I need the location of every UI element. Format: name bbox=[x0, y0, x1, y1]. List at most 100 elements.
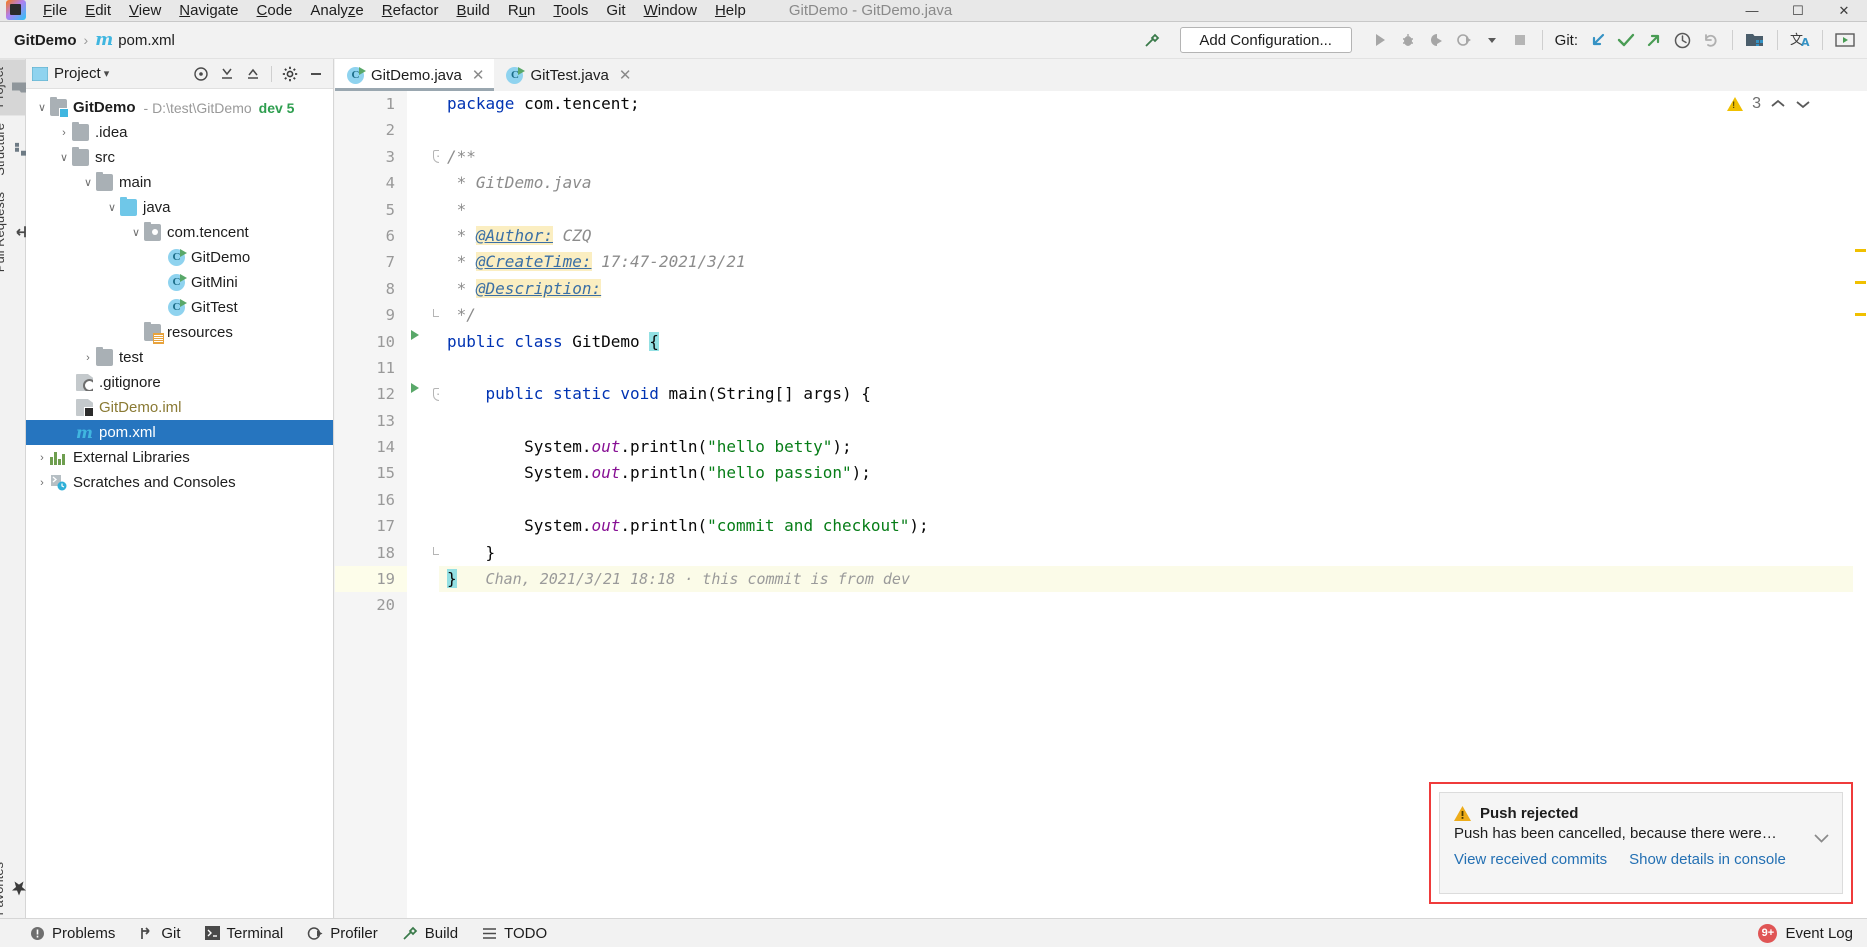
line-number: 11 bbox=[376, 358, 395, 377]
menu-window[interactable]: Window bbox=[635, 1, 706, 21]
git-history-icon[interactable] bbox=[1668, 26, 1696, 54]
menu-edit[interactable]: Edit bbox=[76, 1, 120, 21]
menu-tools[interactable]: Tools bbox=[544, 1, 597, 21]
debug-icon[interactable] bbox=[1394, 26, 1422, 54]
warning-stripe[interactable] bbox=[1855, 281, 1866, 284]
minimize-button[interactable]: — bbox=[1729, 0, 1775, 21]
menu-view[interactable]: View bbox=[120, 1, 170, 21]
status-item-terminal[interactable]: Terminal bbox=[204, 925, 283, 942]
menu-run[interactable]: Run bbox=[499, 1, 545, 21]
warning-count: 3 bbox=[1752, 95, 1761, 112]
tree-row-com-tencent[interactable]: ∨ com.tencent bbox=[26, 220, 333, 245]
tree-row-gitignore[interactable]: .gitignore bbox=[26, 370, 333, 395]
tree-row-gitdemo-iml[interactable]: GitDemo.iml bbox=[26, 395, 333, 420]
chevron-down-icon[interactable]: ∨ bbox=[128, 226, 144, 239]
menu-file[interactable]: FFileile bbox=[34, 1, 76, 21]
settings-gear-icon[interactable] bbox=[279, 63, 301, 85]
view-received-commits-link[interactable]: View received commits bbox=[1454, 851, 1607, 868]
menu-refactor[interactable]: Refactor bbox=[373, 1, 448, 21]
sidebar-item-structure[interactable]: Structure bbox=[0, 115, 26, 184]
menu-code[interactable]: Code bbox=[248, 1, 302, 21]
status-item-problems[interactable]: Problems bbox=[30, 925, 115, 942]
previous-problem-icon[interactable] bbox=[1770, 98, 1786, 110]
line-number: 15 bbox=[376, 464, 395, 483]
tree-row-src[interactable]: ∨ src bbox=[26, 145, 333, 170]
run-configuration-selector[interactable]: Add Configuration... bbox=[1179, 27, 1352, 53]
tree-row-java[interactable]: ∨ java bbox=[26, 195, 333, 220]
push-rejected-notification[interactable]: Push rejected Push has been cancelled, b… bbox=[1439, 792, 1843, 894]
status-item-event-log[interactable]: Event Log bbox=[1785, 925, 1853, 942]
tree-row-scratches[interactable]: › Scratches and Consoles bbox=[26, 470, 333, 495]
tree-row-idea[interactable]: › .idea bbox=[26, 120, 333, 145]
tree-row-gittest-class[interactable]: C GitTest bbox=[26, 295, 333, 320]
tab-gitdemo-java[interactable]: C GitDemo.java ✕ bbox=[335, 59, 495, 91]
tree-row-gitdemo[interactable]: ∨ GitDemo - D:\test\GitDemo dev 5 bbox=[26, 95, 333, 120]
close-icon[interactable]: ✕ bbox=[472, 66, 485, 84]
warning-stripe[interactable] bbox=[1855, 313, 1866, 316]
tree-row-gitmini-class[interactable]: C GitMini bbox=[26, 270, 333, 295]
tab-gittest-java[interactable]: C GitTest.java ✕ bbox=[494, 59, 642, 91]
dropdown-caret-icon[interactable] bbox=[1478, 26, 1506, 54]
run-icon[interactable] bbox=[1366, 26, 1394, 54]
maximize-button[interactable]: ☐ bbox=[1775, 0, 1821, 21]
tree-row-external-libraries[interactable]: › External Libraries bbox=[26, 445, 333, 470]
status-item-build[interactable]: Build bbox=[402, 925, 458, 942]
chevron-down-icon[interactable]: ∨ bbox=[80, 176, 96, 189]
sidebar-label-structure: Structure bbox=[0, 123, 7, 177]
git-update-icon[interactable] bbox=[1584, 26, 1612, 54]
inspection-widget[interactable]: 3 bbox=[1727, 95, 1811, 113]
profiler-icon[interactable] bbox=[1450, 26, 1478, 54]
tree-row-resources[interactable]: resources bbox=[26, 320, 333, 345]
menu-navigate[interactable]: Navigate bbox=[170, 1, 247, 21]
translate-icon[interactable]: 文A bbox=[1786, 26, 1814, 54]
chevron-down-icon[interactable]: ∨ bbox=[104, 201, 120, 214]
sidebar-item-favorites[interactable]: Favorites bbox=[0, 854, 26, 923]
close-button[interactable]: ✕ bbox=[1821, 0, 1867, 21]
run-gutter-icon-line12[interactable] bbox=[409, 382, 423, 396]
git-rollback-icon[interactable] bbox=[1696, 26, 1724, 54]
run-gutter-icon-line10[interactable] bbox=[409, 329, 423, 343]
collapse-all-icon[interactable] bbox=[216, 63, 238, 85]
presentation-icon[interactable] bbox=[1831, 26, 1859, 54]
tree-row-test[interactable]: › test bbox=[26, 345, 333, 370]
tree-row-gitdemo-class[interactable]: C GitDemo bbox=[26, 245, 333, 270]
show-details-in-console-link[interactable]: Show details in console bbox=[1629, 851, 1786, 868]
chevron-down-icon[interactable]: ∨ bbox=[56, 151, 72, 164]
chevron-right-icon[interactable]: › bbox=[34, 452, 50, 464]
chevron-right-icon[interactable]: › bbox=[80, 352, 96, 364]
run-with-coverage-icon[interactable] bbox=[1422, 26, 1450, 54]
error-stripe-marker-bar[interactable] bbox=[1853, 91, 1867, 929]
status-item-git[interactable]: Git bbox=[139, 925, 181, 942]
sidebar-item-pull-requests[interactable]: Pull Requests bbox=[0, 184, 26, 280]
stop-icon[interactable] bbox=[1506, 26, 1534, 54]
breadcrumb-file[interactable]: pom.xml bbox=[118, 32, 175, 49]
warning-stripe[interactable] bbox=[1855, 249, 1866, 252]
menu-analyze[interactable]: Analyze bbox=[301, 1, 372, 21]
menu-help[interactable]: Help bbox=[706, 1, 755, 21]
project-path: - D:\test\GitDemo bbox=[143, 99, 252, 116]
sidebar-item-project[interactable]: Project bbox=[0, 59, 26, 116]
chevron-down-icon[interactable]: ∨ bbox=[34, 101, 50, 114]
status-item-profiler[interactable]: Profiler bbox=[307, 925, 378, 942]
close-icon[interactable]: ✕ bbox=[619, 66, 632, 84]
build-hammer-icon[interactable] bbox=[1138, 26, 1166, 54]
tree-row-main[interactable]: ∨ main bbox=[26, 170, 333, 195]
chevron-right-icon[interactable]: › bbox=[56, 127, 72, 139]
menu-git[interactable]: Git bbox=[597, 1, 634, 21]
git-push-icon[interactable] bbox=[1640, 26, 1668, 54]
expand-icon[interactable] bbox=[242, 63, 264, 85]
folder-icon bbox=[72, 122, 89, 141]
chevron-right-icon[interactable]: › bbox=[34, 477, 50, 489]
search-everywhere-icon[interactable] bbox=[1741, 26, 1769, 54]
menu-build[interactable]: Build bbox=[447, 1, 498, 21]
chevron-down-icon[interactable] bbox=[1813, 833, 1830, 844]
hide-panel-icon[interactable] bbox=[305, 63, 327, 85]
tree-row-pom-xml[interactable]: m pom.xml bbox=[26, 420, 333, 445]
next-problem-icon[interactable] bbox=[1795, 98, 1811, 110]
git-commit-icon[interactable] bbox=[1612, 26, 1640, 54]
chevron-down-icon[interactable]: ▾ bbox=[104, 67, 110, 80]
breadcrumb-project[interactable]: GitDemo bbox=[14, 32, 77, 49]
locate-icon[interactable] bbox=[190, 63, 212, 85]
status-item-todo[interactable]: TODO bbox=[482, 925, 547, 942]
